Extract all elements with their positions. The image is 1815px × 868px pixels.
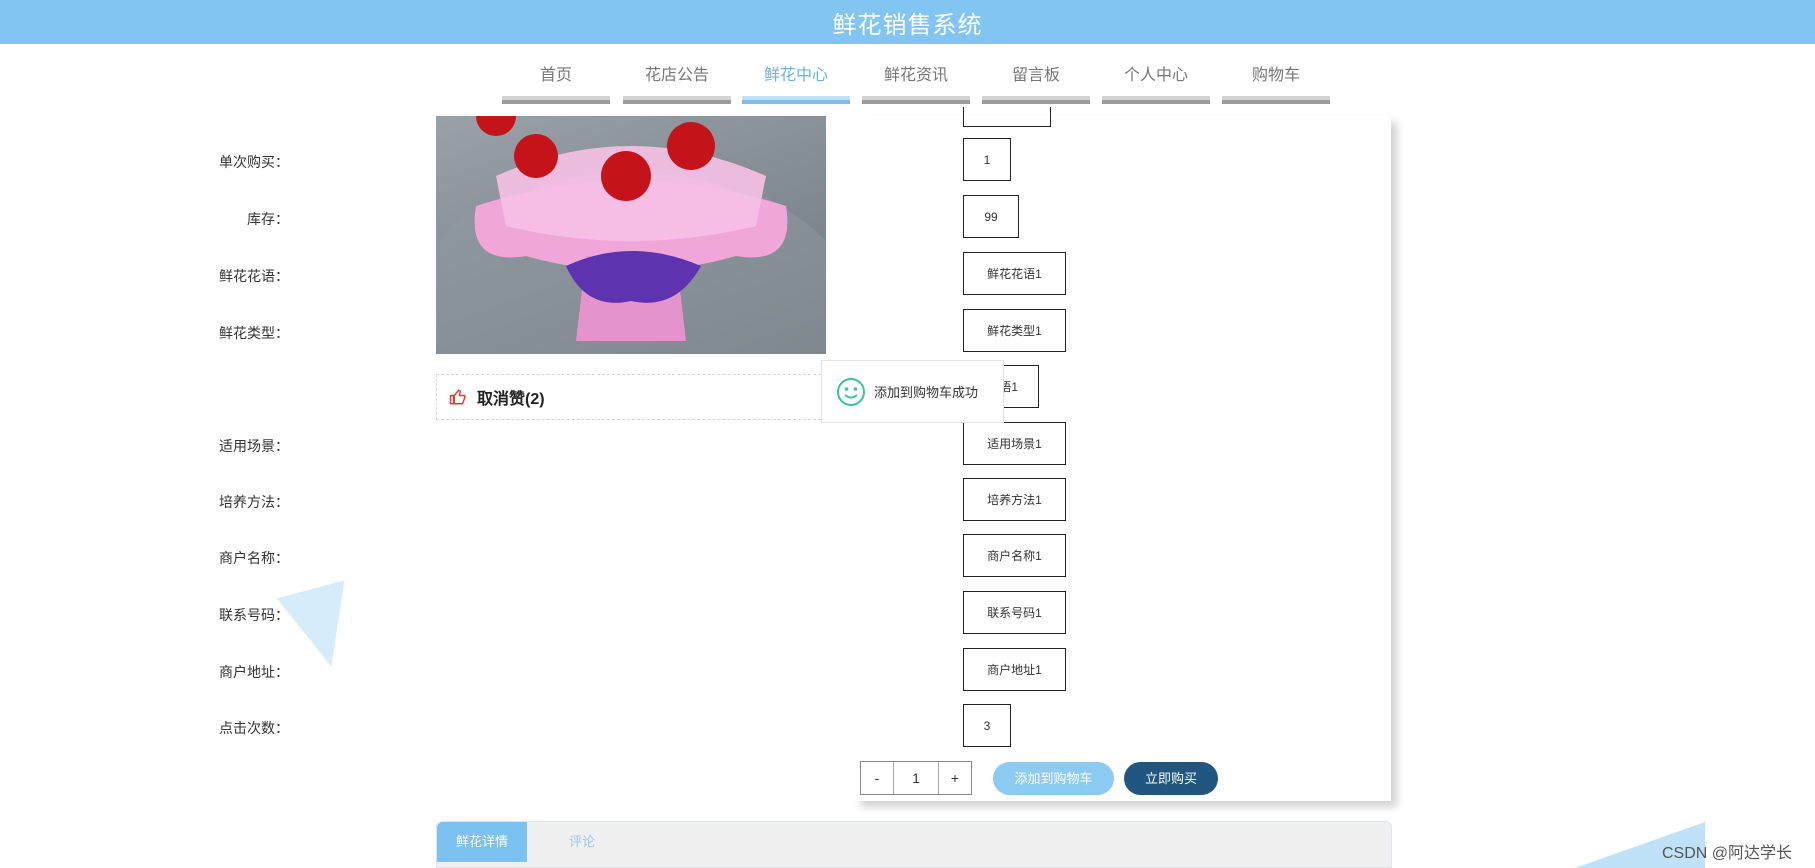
quantity-stepper: - 1 + — [860, 761, 972, 795]
smiley-icon — [837, 377, 865, 406]
detail-tabs: 鲜花详情 评论 — [436, 821, 1392, 868]
nav-home[interactable]: 首页 — [502, 56, 610, 104]
nav-shop-notice[interactable]: 花店公告 — [623, 56, 731, 104]
buy-now-button[interactable]: 立即购买 — [1124, 762, 1218, 795]
product-image — [436, 116, 826, 354]
nav-shopping-cart[interactable]: 购物车 — [1222, 56, 1330, 104]
field-value: 联系号码1 — [963, 591, 1066, 634]
tab-flower-details[interactable]: 鲜花详情 — [437, 822, 527, 862]
toast-message: 添加到购物车成功 — [874, 385, 979, 400]
app-header: 鲜花销售系统 — [0, 0, 1815, 44]
quantity-input[interactable]: 1 — [893, 762, 939, 794]
thumbs-up-icon — [449, 389, 466, 405]
add-to-cart-button[interactable]: 添加到购物车 — [993, 762, 1114, 795]
field-value: 商户名称1 — [963, 534, 1066, 577]
field-value: 培养方法1 — [963, 478, 1066, 521]
field-value-partial — [963, 107, 1051, 127]
field-value: 99 — [963, 195, 1019, 238]
nav-flower-news[interactable]: 鲜花资讯 — [862, 56, 970, 104]
field-value: 商户地址1 — [963, 648, 1066, 691]
field-value: 鲜花花语1 — [963, 252, 1066, 295]
field-value: 适用场景1 — [963, 422, 1066, 465]
unlike-button[interactable]: 取消赞(2) — [436, 374, 826, 420]
decrement-button[interactable]: - — [861, 762, 893, 794]
tab-comments[interactable]: 评论 — [527, 822, 637, 862]
field-value: 1 — [963, 138, 1011, 181]
nav-message-board[interactable]: 留言板 — [982, 56, 1090, 104]
nav-flower-center[interactable]: 鲜花中心 — [742, 56, 850, 104]
increment-button[interactable]: + — [939, 762, 971, 794]
like-count-label: 取消赞(2) — [477, 391, 545, 408]
decoration-triangle — [276, 580, 366, 676]
field-value: 鲜花类型1 — [963, 309, 1066, 352]
product-info-panel — [855, 116, 1391, 801]
nav-personal-center[interactable]: 个人中心 — [1102, 56, 1210, 104]
field-value: 3 — [963, 704, 1011, 747]
success-toast: 添加到购物车成功 — [821, 360, 1004, 423]
watermark: CSDN @阿达学长 — [1662, 845, 1793, 862]
app-title: 鲜花销售系统 — [832, 11, 983, 39]
